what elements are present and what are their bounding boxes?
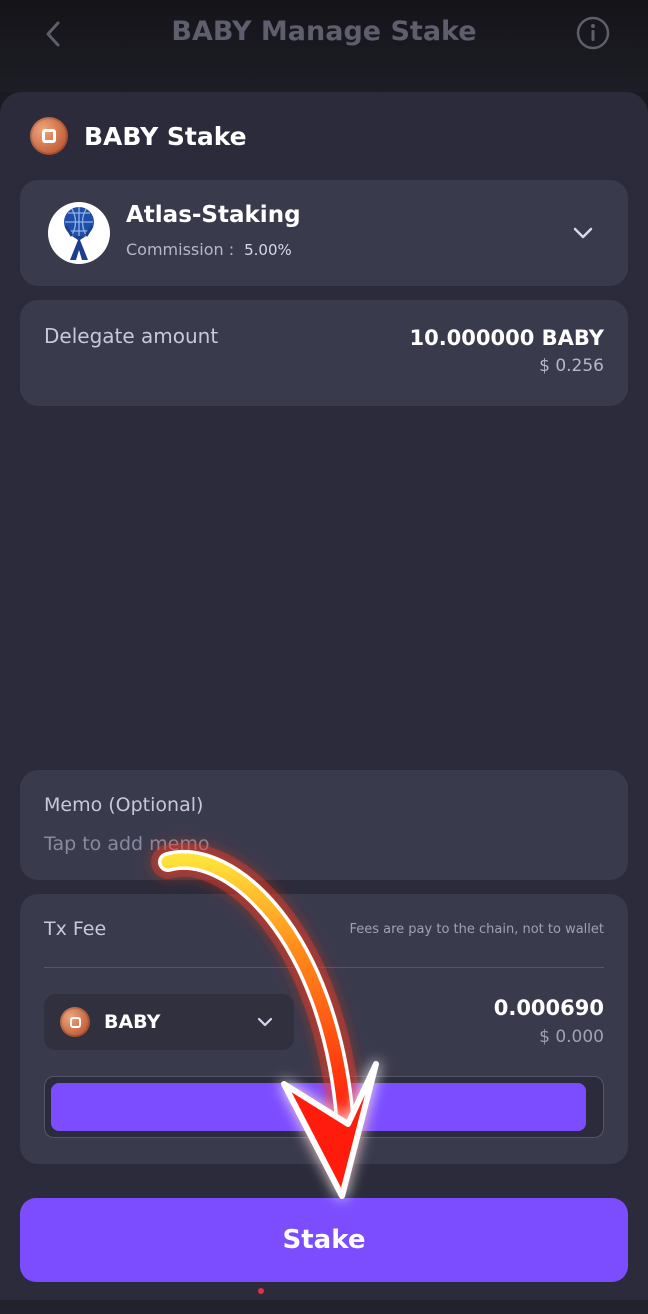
delegate-amount-usd: $ 0.256 [539, 356, 604, 376]
delegate-amount-field[interactable]: Delegate amount 10.000000 BABY $ 0.256 [20, 300, 628, 406]
fee-token-name: BABY [104, 1011, 161, 1033]
sheet-header: BABY Stake [30, 116, 247, 156]
baby-coin-icon [30, 117, 68, 155]
baby-coin-icon [60, 1007, 90, 1037]
commission-label: Commission : [126, 240, 235, 259]
fee-tier-selector[interactable] [44, 1076, 604, 1138]
fee-token-selector[interactable]: BABY [44, 994, 294, 1050]
chevron-down-icon [257, 1017, 273, 1027]
fee-usd: $ 0.000 [539, 1027, 604, 1047]
stake-button[interactable]: Stake [20, 1198, 628, 1282]
fee-tier-fill [51, 1083, 586, 1131]
indicator-dot [258, 1288, 264, 1294]
validator-logo [48, 202, 110, 264]
validator-selector[interactable]: Atlas-Staking Commission : 5.00% [20, 180, 628, 286]
info-button[interactable] [576, 16, 610, 50]
delegate-amount-label: Delegate amount [44, 324, 219, 348]
memo-field[interactable]: Memo (Optional) Tap to add memo [20, 770, 628, 880]
validator-name: Atlas-Staking [126, 202, 301, 228]
page-title: BABY Manage Stake [171, 16, 477, 47]
top-bar: BABY Manage Stake [0, 0, 648, 92]
tx-fee-note: Fees are pay to the chain, not to wallet [349, 922, 604, 937]
divider [44, 967, 604, 968]
fee-amount: 0.000690 [493, 996, 604, 1020]
sheet-title: BABY Stake [84, 121, 247, 151]
commission-row: Commission : 5.00% [126, 240, 292, 259]
tx-fee-label: Tx Fee [44, 918, 107, 940]
bottom-strip [0, 1300, 648, 1314]
delegate-amount-value: 10.000000 BABY [409, 326, 604, 350]
memo-placeholder: Tap to add memo [44, 833, 210, 855]
commission-value: 5.00% [244, 241, 292, 259]
info-icon [576, 16, 610, 50]
memo-label: Memo (Optional) [44, 794, 204, 816]
chevron-down-icon [573, 227, 593, 239]
tx-fee-card: Tx Fee Fees are pay to the chain, not to… [20, 894, 628, 1164]
